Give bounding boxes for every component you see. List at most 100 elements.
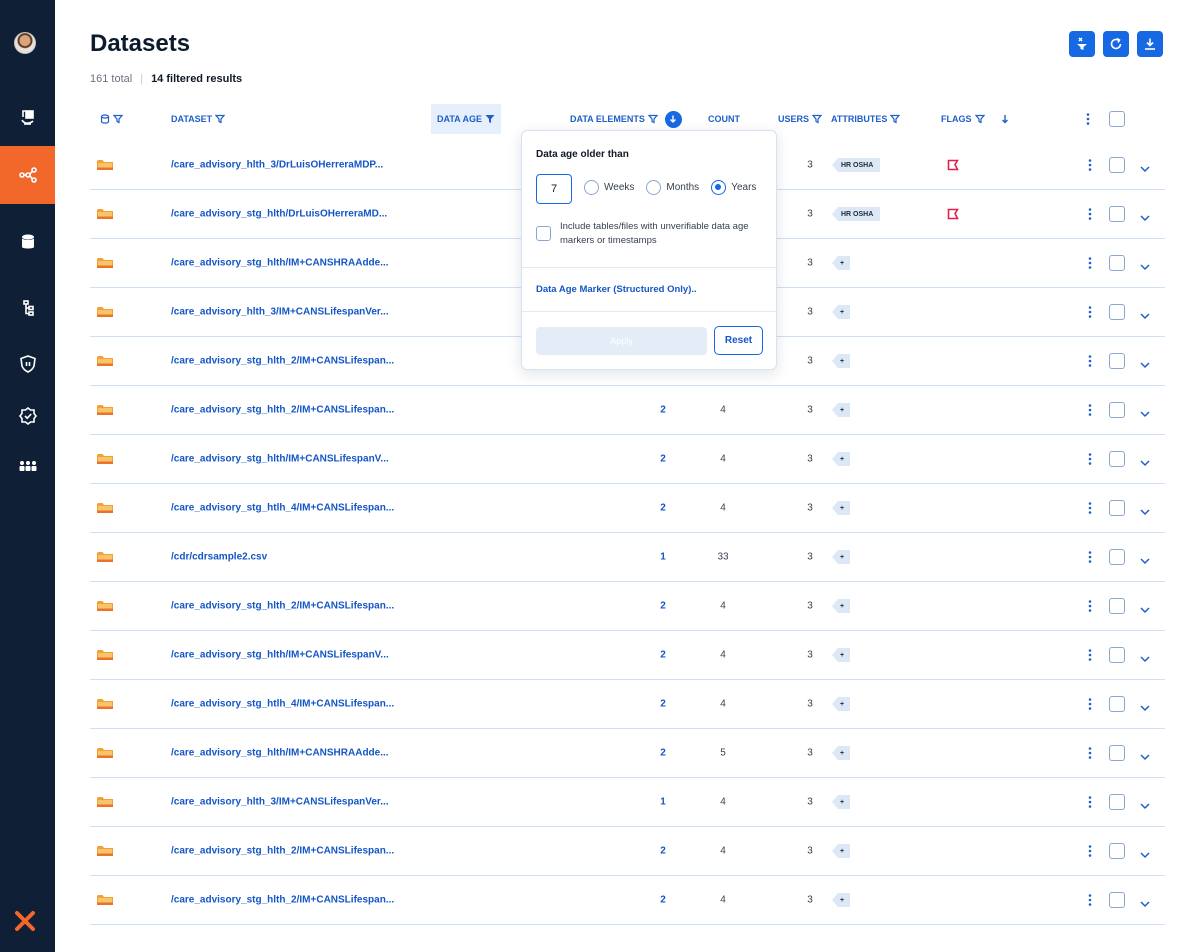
row-checkbox[interactable]: [1109, 451, 1125, 467]
more-vertical-icon[interactable]: [1086, 256, 1094, 270]
more-vertical-icon[interactable]: [1086, 893, 1094, 907]
age-value-input[interactable]: 7: [536, 174, 572, 204]
radio-months-dot[interactable]: [646, 180, 662, 195]
more-vertical-icon[interactable]: [1086, 354, 1094, 368]
dataset-name-link[interactable]: /care_advisory_stg_hlth/IM+CANSLifespanV…: [171, 454, 389, 465]
attribute-tag[interactable]: +: [832, 501, 851, 515]
nav-database-icon[interactable]: [0, 218, 55, 266]
chevron-down-icon[interactable]: [1139, 704, 1151, 712]
flags-column-header[interactable]: FLAGS: [941, 104, 1010, 134]
attribute-tag[interactable]: +: [832, 599, 851, 613]
chevron-down-icon[interactable]: [1139, 606, 1151, 614]
attribute-tag[interactable]: +: [832, 746, 851, 760]
dataset-column-header[interactable]: DATASET: [171, 104, 226, 134]
chevron-down-icon[interactable]: [1139, 900, 1151, 908]
row-checkbox[interactable]: [1109, 696, 1125, 712]
row-checkbox[interactable]: [1109, 353, 1125, 369]
attribute-tag[interactable]: +: [832, 550, 851, 564]
radio-weeks-dot[interactable]: [584, 180, 599, 195]
attribute-tag[interactable]: +: [832, 452, 851, 466]
filter-icon[interactable]: [974, 114, 985, 124]
apply-button[interactable]: Apply: [536, 327, 707, 355]
dataset-name-link[interactable]: /care_advisory_stg_hlth/IM+CANSHRAAdde..…: [171, 258, 389, 269]
chevron-down-icon[interactable]: [1139, 655, 1151, 663]
more-vertical-icon[interactable]: [1086, 305, 1094, 319]
more-vertical-icon[interactable]: [1086, 844, 1094, 858]
attribute-tag[interactable]: +: [832, 354, 851, 368]
chevron-down-icon[interactable]: [1139, 459, 1151, 467]
dataset-name-link[interactable]: /care_advisory_stg_hlth_2/IM+CANSLifespa…: [171, 846, 394, 857]
nav-verified-icon[interactable]: [0, 392, 55, 440]
dataset-name-link[interactable]: /care_advisory_hlth_3/IM+CANSLifespanVer…: [171, 797, 389, 808]
download-button[interactable]: [1137, 31, 1163, 57]
chevron-down-icon[interactable]: [1139, 753, 1151, 761]
filter-icon[interactable]: [890, 114, 901, 124]
refresh-button[interactable]: [1103, 31, 1129, 57]
type-column-header[interactable]: [100, 104, 123, 134]
radio-years-dot[interactable]: [711, 180, 727, 195]
chevron-down-icon[interactable]: [1139, 214, 1151, 222]
table-row[interactable]: /care_advisory_stg_hlth_2/IM+CANSLifespa…: [90, 582, 1165, 631]
table-row[interactable]: /cdr/cdrsample2.csv 1 33 3 +: [90, 533, 1165, 582]
table-row[interactable]: /care_advisory_stg_htlh_4/IM+CANSLifespa…: [90, 680, 1165, 729]
dataset-name-link[interactable]: /care_advisory_stg_hlth/DrLuisOHerreraMD…: [171, 209, 387, 220]
chevron-down-icon[interactable]: [1139, 508, 1151, 516]
dataset-name-link[interactable]: /care_advisory_hlth_3/IM+CANSLifespanVer…: [171, 307, 389, 318]
more-vertical-icon[interactable]: [1086, 550, 1094, 564]
radio-weeks[interactable]: Weeks: [584, 180, 634, 195]
chevron-down-icon[interactable]: [1139, 312, 1151, 320]
more-vertical-icon[interactable]: [1086, 403, 1094, 417]
chevron-down-icon[interactable]: [1139, 851, 1151, 859]
data-age-marker-link[interactable]: Data Age Marker (Structured Only)..: [536, 284, 697, 295]
chevron-down-icon[interactable]: [1139, 165, 1151, 173]
dataset-name-link[interactable]: /care_advisory_stg_hlth_2/IM+CANSLifespa…: [171, 405, 394, 416]
include-unverifiable-checkbox[interactable]: [536, 226, 551, 241]
dataset-name-link[interactable]: /care_advisory_stg_hlth_2/IM+CANSLifespa…: [171, 356, 394, 367]
data-age-column-header[interactable]: DATA AGE: [431, 104, 501, 134]
table-row[interactable]: /care_advisory_stg_hlth_2/IM+CANSLifespa…: [90, 827, 1165, 876]
header-menu[interactable]: [1086, 104, 1090, 134]
attribute-tag[interactable]: +: [832, 697, 851, 711]
user-avatar[interactable]: [14, 32, 36, 54]
row-checkbox[interactable]: [1109, 647, 1125, 663]
table-row[interactable]: /care_advisory_stg_hlth_2/IM+CANSLifespa…: [90, 876, 1165, 925]
row-checkbox[interactable]: [1109, 843, 1125, 859]
select-all-checkbox[interactable]: [1109, 111, 1125, 127]
nav-scan-icon[interactable]: [0, 94, 55, 142]
flag-icon[interactable]: [947, 159, 959, 171]
table-row[interactable]: /care_advisory_stg_hlth/IM+CANSHRAAdde..…: [90, 729, 1165, 778]
row-checkbox[interactable]: [1109, 157, 1125, 173]
row-checkbox[interactable]: [1109, 206, 1125, 222]
more-vertical-icon[interactable]: [1086, 648, 1094, 662]
row-checkbox[interactable]: [1109, 304, 1125, 320]
attribute-tag[interactable]: +: [832, 795, 851, 809]
more-vertical-icon[interactable]: [1086, 207, 1094, 221]
dataset-name-link[interactable]: /cdr/cdrsample2.csv: [171, 552, 267, 563]
attribute-tag[interactable]: HR OSHA: [832, 207, 881, 221]
row-checkbox[interactable]: [1109, 745, 1125, 761]
attribute-tag[interactable]: +: [832, 403, 851, 417]
dataset-name-link[interactable]: /care_advisory_stg_htlh_4/IM+CANSLifespa…: [171, 503, 394, 514]
row-checkbox[interactable]: [1109, 549, 1125, 565]
attribute-tag[interactable]: +: [832, 256, 851, 270]
row-checkbox[interactable]: [1109, 402, 1125, 418]
chevron-down-icon[interactable]: [1139, 557, 1151, 565]
radio-months[interactable]: Months: [646, 180, 699, 195]
more-vertical-icon[interactable]: [1086, 599, 1094, 613]
attribute-tag[interactable]: +: [832, 305, 851, 319]
table-row[interactable]: /care_advisory_stg_hlth_2/IM+CANSLifespa…: [90, 386, 1165, 435]
filter-icon[interactable]: [812, 114, 823, 124]
flag-icon[interactable]: [947, 208, 959, 220]
more-vertical-icon[interactable]: [1086, 746, 1094, 760]
radio-years[interactable]: Years: [711, 180, 756, 195]
chevron-down-icon[interactable]: [1139, 361, 1151, 369]
more-vertical-icon[interactable]: [1086, 795, 1094, 809]
attribute-tag[interactable]: +: [832, 893, 851, 907]
more-vertical-icon[interactable]: [1086, 697, 1094, 711]
filter-icon[interactable]: [647, 114, 658, 124]
sort-descending-button[interactable]: [664, 110, 682, 128]
chevron-down-icon[interactable]: [1139, 263, 1151, 271]
more-vertical-icon[interactable]: [1086, 452, 1094, 466]
dataset-name-link[interactable]: /care_advisory_stg_hlth_2/IM+CANSLifespa…: [171, 895, 394, 906]
more-vertical-icon[interactable]: [1086, 158, 1094, 172]
